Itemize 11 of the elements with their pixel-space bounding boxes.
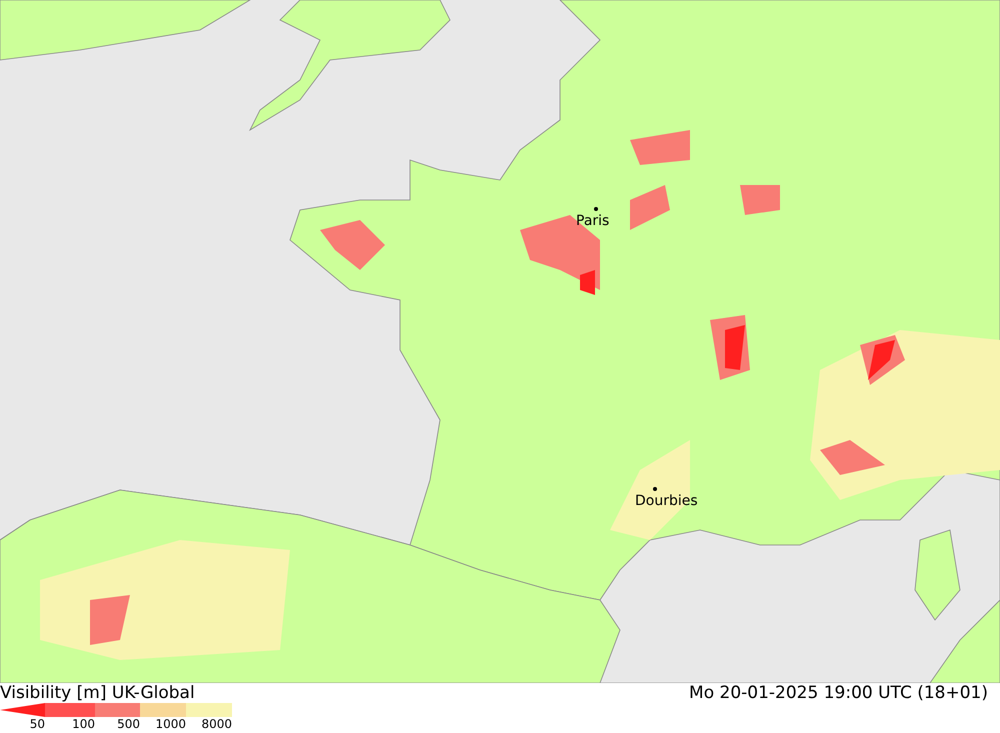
legend-label: 50 (28, 717, 45, 732)
city-dot-icon (653, 487, 657, 491)
city-label: Dourbies (635, 493, 698, 509)
map-title: Visibility [m] UK-Global (0, 684, 195, 702)
legend-label: 500 (116, 717, 140, 732)
city-dot-icon (594, 207, 598, 211)
city-label: Paris (576, 213, 610, 229)
legend-label: 1000 (154, 717, 186, 732)
legend-label: 100 (71, 717, 95, 732)
legend-label: 8000 (200, 717, 232, 732)
forecast-timestamp: Mo 20-01-2025 19:00 UTC (18+01) (689, 684, 988, 702)
